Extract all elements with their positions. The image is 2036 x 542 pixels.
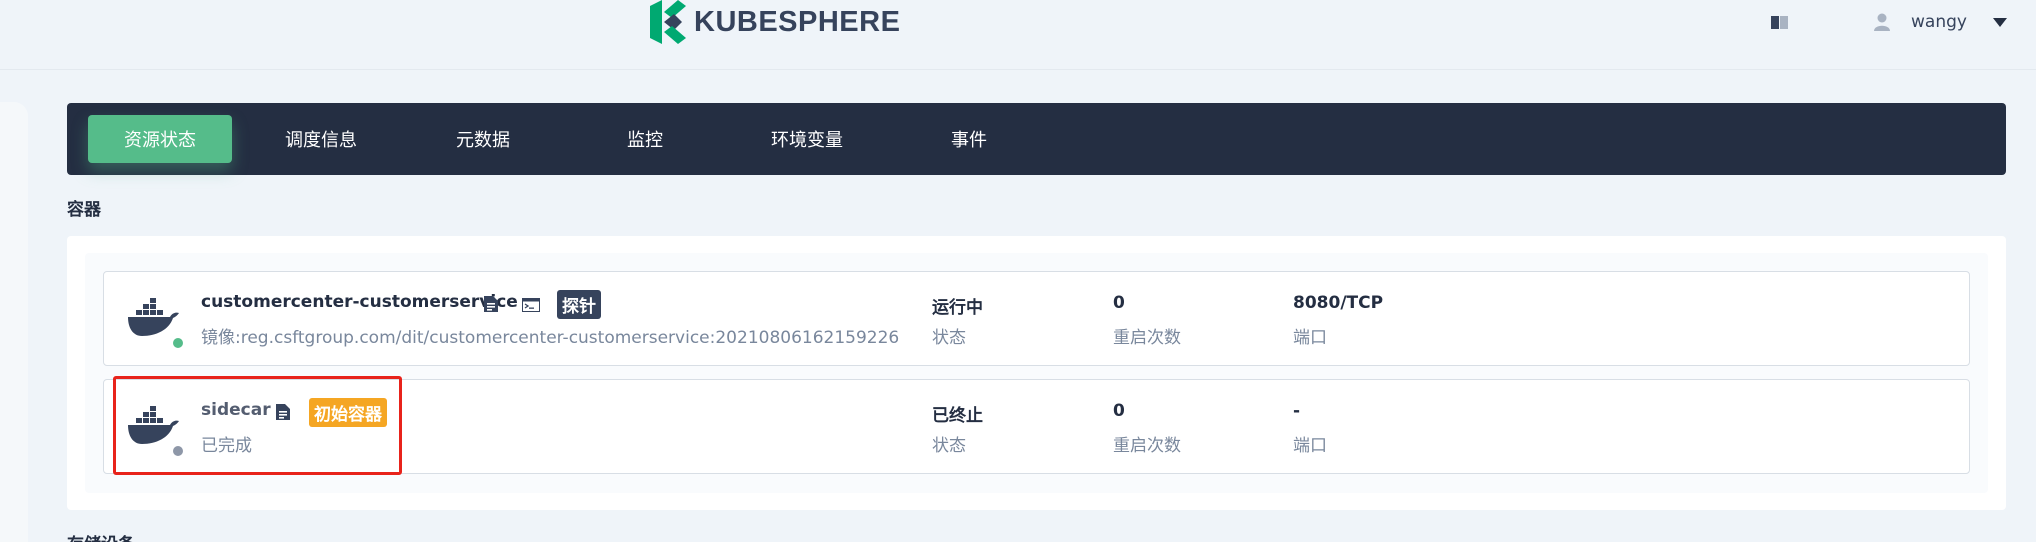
- containers-section-title: 容器: [67, 200, 101, 220]
- user-name: wangy: [1911, 12, 1967, 32]
- detail-tabs: 资源状态 调度信息 元数据 监控 环境变量 事件: [67, 103, 2006, 175]
- container-status-dot: [171, 336, 185, 350]
- book-icon[interactable]: [1769, 11, 1791, 33]
- storage-section-title: 存储设备: [67, 530, 135, 542]
- ports-label: 端口: [1293, 328, 1327, 348]
- tab-environment-variables[interactable]: 环境变量: [735, 115, 879, 163]
- container-image: 镜像:reg.csftgroup.com/dit/customercenter-…: [201, 328, 900, 348]
- top-bar: KUBESPHERE wangy: [0, 0, 2036, 70]
- container-name[interactable]: sidecar: [201, 400, 271, 420]
- tab-monitoring[interactable]: 监控: [573, 115, 717, 163]
- tab-scheduling-info[interactable]: 调度信息: [249, 115, 393, 163]
- container-status-label: 状态: [932, 436, 966, 456]
- terminal-icon[interactable]: [522, 298, 540, 312]
- logs-icon[interactable]: [483, 295, 499, 313]
- container-status-value: 运行中: [932, 298, 983, 318]
- sidebar-edge: [0, 102, 28, 542]
- kubesphere-logo-icon: [650, 0, 686, 44]
- container-status-label: 状态: [932, 328, 966, 348]
- user-menu[interactable]: wangy: [1873, 6, 2007, 38]
- container-status-value: 已终止: [932, 406, 983, 426]
- restart-count-value: 0: [1113, 293, 1125, 313]
- logo-text: KUBESPHERE: [694, 5, 901, 38]
- restart-count-label: 重启次数: [1113, 436, 1181, 456]
- init-container-tag: 初始容器: [309, 398, 387, 427]
- restart-count-value: 0: [1113, 401, 1125, 421]
- ports-value: 8080/TCP: [1293, 293, 1384, 313]
- user-icon: [1874, 13, 1890, 31]
- ports-value: -: [1293, 401, 1301, 421]
- probe-tag: 探针: [557, 290, 601, 319]
- logs-icon[interactable]: [275, 403, 291, 421]
- tab-metadata[interactable]: 元数据: [411, 115, 555, 163]
- caret-down-icon: [1992, 17, 2007, 27]
- container-image: 已完成: [201, 436, 252, 456]
- container-card[interactable]: sidecar 初始容器 已完成 已终止 状态 0 重启次数 - 端口: [103, 379, 1970, 474]
- kubesphere-logo[interactable]: KUBESPHERE: [648, 0, 900, 44]
- container-status-dot: [171, 444, 185, 458]
- container-name[interactable]: customercenter-customerservice: [201, 292, 518, 312]
- docker-icon: [128, 406, 179, 444]
- restart-count-label: 重启次数: [1113, 328, 1181, 348]
- ports-label: 端口: [1293, 436, 1327, 456]
- docker-icon: [128, 298, 179, 336]
- tab-events[interactable]: 事件: [897, 115, 1041, 163]
- container-card[interactable]: customercenter-customerservice 探针 镜像:reg…: [103, 271, 1970, 366]
- tab-resource-status[interactable]: 资源状态: [88, 115, 232, 163]
